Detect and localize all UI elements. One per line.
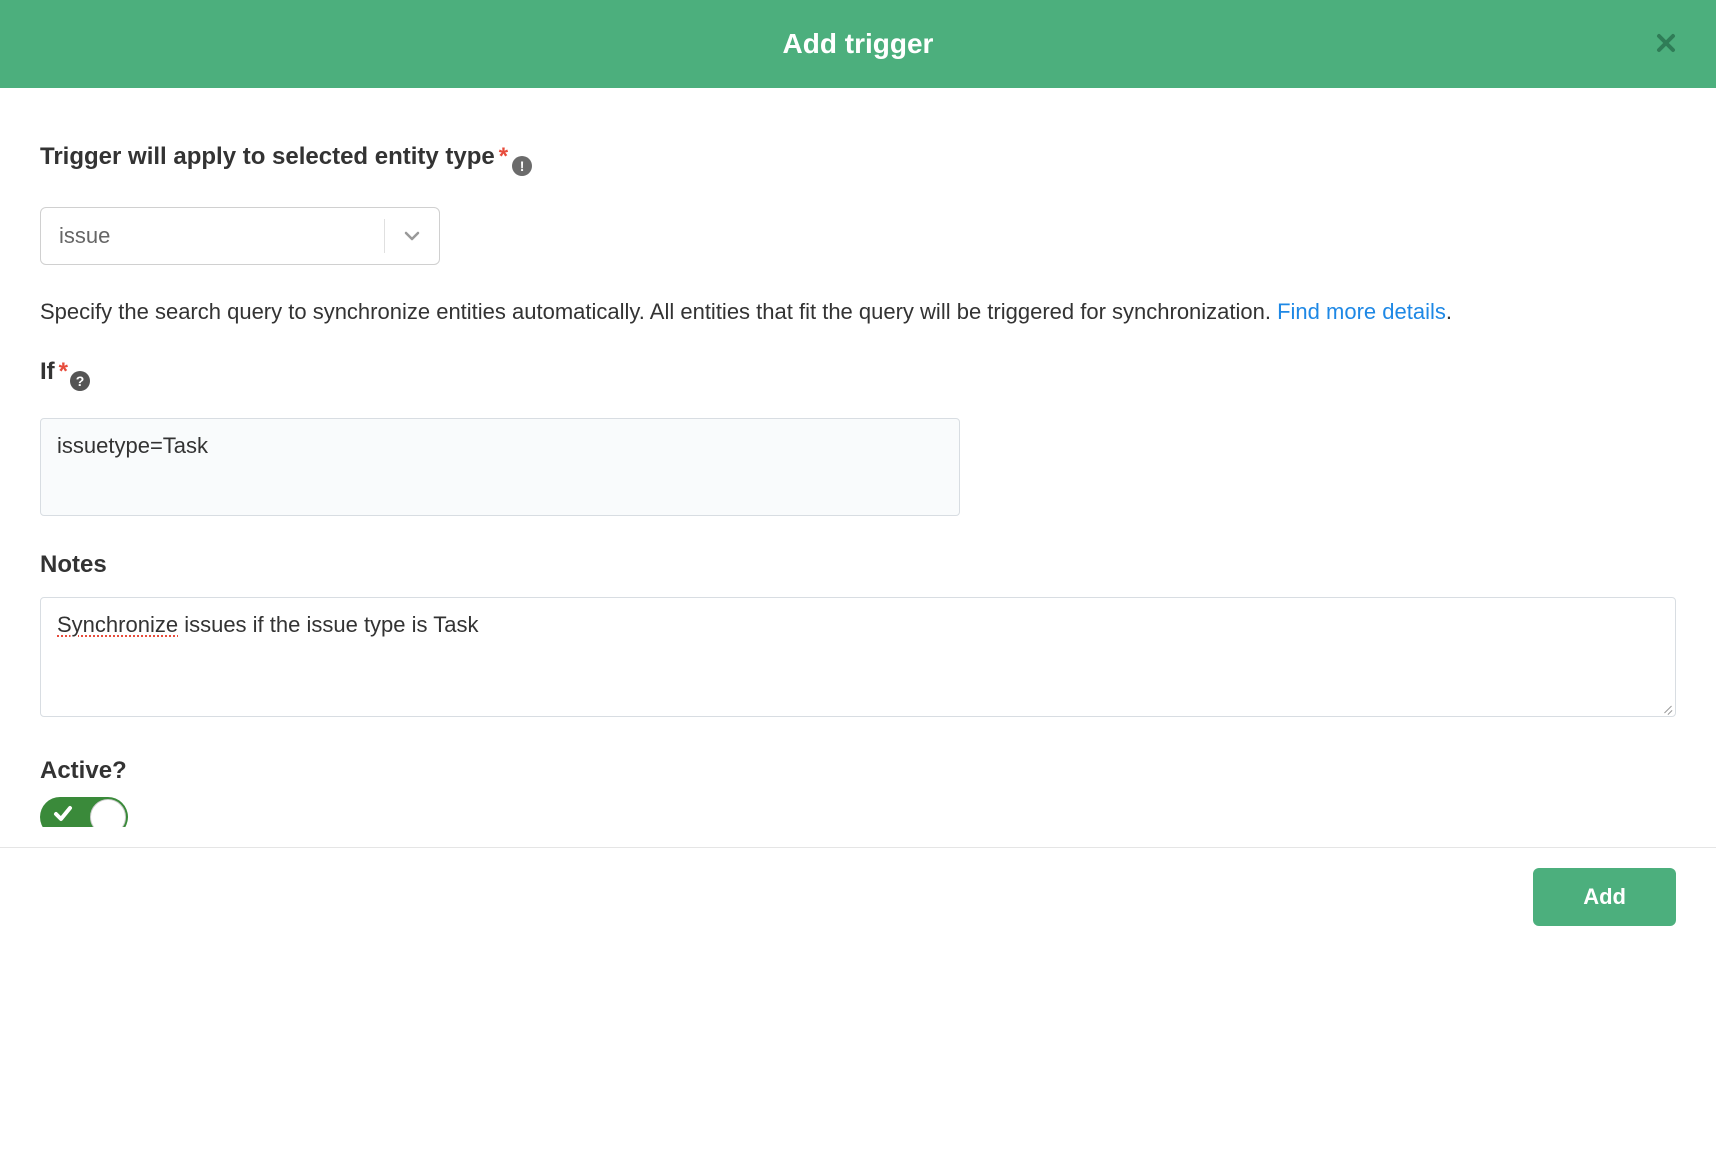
entity-type-group: Trigger will apply to selected entity ty… bbox=[40, 143, 1676, 265]
if-group: If* ? issuetype=Task bbox=[40, 358, 1676, 521]
if-label: If* bbox=[40, 358, 68, 386]
active-group: Active? bbox=[40, 757, 1676, 827]
notes-rest: issues if the issue type is Task bbox=[178, 612, 478, 637]
modal-title: Add trigger bbox=[783, 28, 934, 60]
notes-label: Notes bbox=[40, 551, 107, 579]
notes-group: Notes Synchronize issues if the issue ty… bbox=[40, 551, 1676, 717]
if-query-input[interactable]: issuetype=Task bbox=[40, 418, 960, 516]
entity-type-value: issue bbox=[41, 209, 384, 263]
required-asterisk: * bbox=[499, 143, 508, 171]
active-toggle[interactable] bbox=[40, 797, 128, 827]
help-icon[interactable]: ? bbox=[70, 371, 90, 391]
resize-handle-icon bbox=[1659, 700, 1673, 714]
add-button[interactable]: Add bbox=[1533, 868, 1676, 926]
info-icon[interactable]: ! bbox=[512, 156, 532, 176]
notes-word-spellcheck: Synchronize bbox=[57, 612, 178, 637]
check-icon bbox=[52, 803, 74, 827]
active-label: Active? bbox=[40, 757, 127, 785]
required-asterisk: * bbox=[59, 358, 68, 386]
close-button[interactable] bbox=[1656, 30, 1676, 58]
entity-type-select[interactable]: issue bbox=[40, 207, 440, 265]
chevron-down-icon bbox=[384, 219, 439, 253]
description-text-content: Specify the search query to synchronize … bbox=[40, 299, 1277, 324]
if-label-text: If bbox=[40, 358, 55, 386]
modal-body: Trigger will apply to selected entity ty… bbox=[0, 88, 1716, 847]
close-icon bbox=[1656, 33, 1676, 53]
entity-type-label-text: Trigger will apply to selected entity ty… bbox=[40, 143, 495, 171]
modal-header: Add trigger bbox=[0, 0, 1716, 88]
toggle-knob bbox=[90, 799, 126, 827]
entity-type-label: Trigger will apply to selected entity ty… bbox=[40, 143, 508, 171]
description-period: . bbox=[1446, 299, 1452, 324]
modal-footer: Add bbox=[0, 847, 1716, 946]
notes-input[interactable]: Synchronize issues if the issue type is … bbox=[40, 597, 1676, 717]
description-text: Specify the search query to synchronize … bbox=[40, 295, 1676, 328]
find-more-details-link[interactable]: Find more details bbox=[1277, 299, 1446, 324]
